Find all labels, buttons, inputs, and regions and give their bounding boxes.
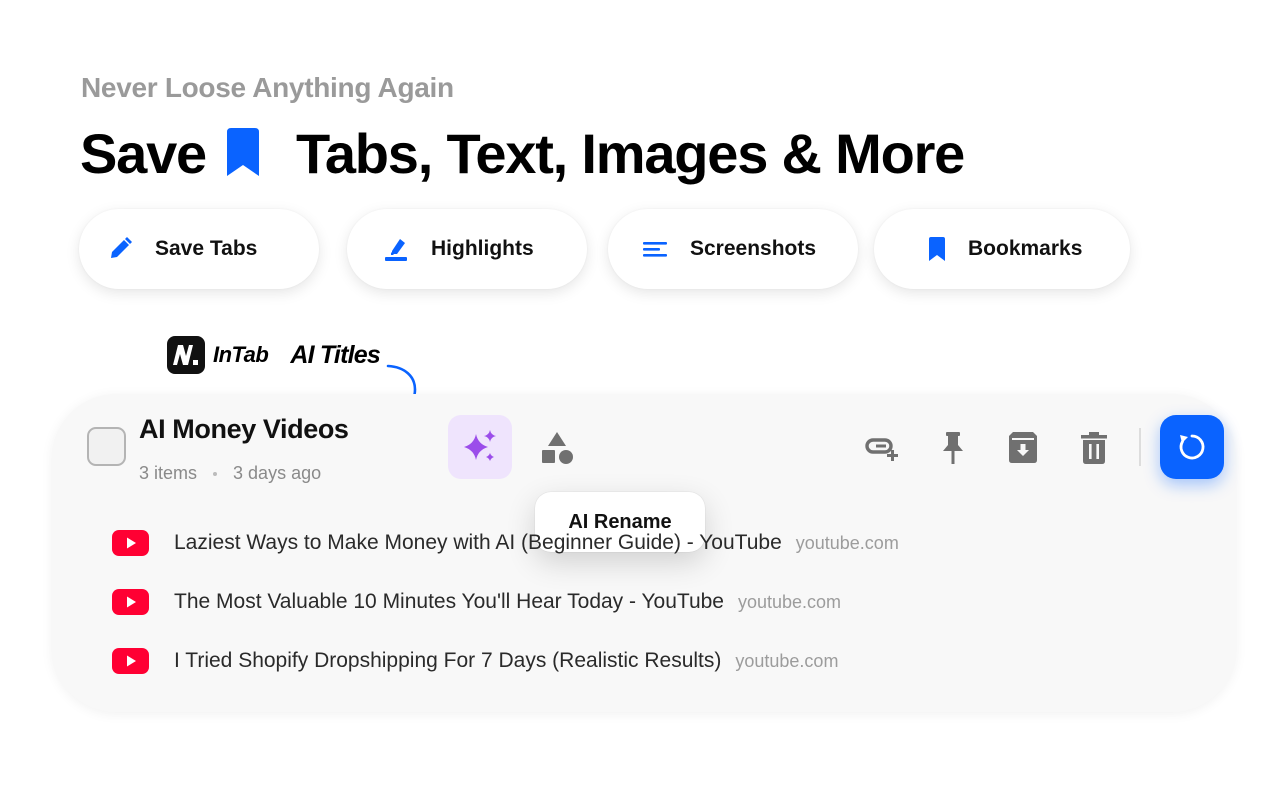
add-link-icon [865, 438, 898, 461]
ai-titles-label: AI Titles [290, 340, 380, 369]
toolbar-divider [1139, 428, 1141, 466]
tab-domain: youtube.com [795, 532, 899, 553]
bookmark-icon [227, 128, 259, 176]
refresh-icon [1179, 434, 1205, 460]
pin-icon [943, 432, 963, 464]
updated-time: 3 days ago [233, 463, 322, 483]
brand-name: InTab [213, 342, 269, 367]
youtube-icon [112, 648, 149, 674]
bookmarks-pill[interactable]: Bookmarks [874, 209, 1130, 289]
youtube-icon [112, 530, 149, 556]
headline-rest: Tabs, Text, Images & More [296, 121, 965, 185]
pill-label: Bookmarks [968, 237, 1083, 260]
restore-button[interactable] [1160, 415, 1224, 479]
headline-save: Save [80, 121, 207, 185]
tab-domain: youtube.com [735, 650, 839, 671]
group-checkbox[interactable] [87, 427, 126, 466]
add-link-button[interactable] [863, 429, 901, 467]
screenshots-pill[interactable]: Screenshots [608, 209, 858, 289]
tab-domain: youtube.com [737, 591, 842, 612]
youtube-icon [112, 589, 149, 615]
delete-button[interactable] [1075, 429, 1113, 467]
pill-label: Save Tabs [155, 237, 258, 260]
highlighter-icon [385, 239, 407, 261]
bookmark-icon [929, 237, 945, 261]
archive-button[interactable] [1004, 429, 1042, 467]
archive-icon [1009, 432, 1037, 463]
ai-rename-button[interactable] [448, 415, 512, 479]
tagline: Never Loose Anything Again [81, 72, 454, 103]
group-title[interactable]: AI Money Videos [139, 414, 349, 445]
highlights-pill[interactable]: Highlights [347, 209, 587, 289]
headline: Save Tabs, Text, Images & More [80, 118, 965, 188]
tab-row[interactable]: I Tried Shopify Dropshipping For 7 Days … [112, 643, 838, 679]
tab-row[interactable]: Laziest Ways to Make Money with AI (Begi… [112, 525, 899, 561]
group-meta: 3 items 3 days ago [139, 463, 321, 484]
meta-separator [213, 471, 218, 476]
categorize-button[interactable] [538, 430, 576, 468]
brand-row: InTab AI Titles [167, 336, 381, 374]
tab-title: Laziest Ways to Make Money with AI (Begi… [174, 531, 782, 554]
lines-icon [643, 242, 667, 257]
pencil-icon [111, 237, 132, 258]
intab-logo [167, 336, 205, 374]
tab-title: I Tried Shopify Dropshipping For 7 Days … [174, 649, 722, 672]
save-tabs-pill[interactable]: Save Tabs [79, 209, 319, 289]
tab-row[interactable]: The Most Valuable 10 Minutes You'll Hear… [112, 584, 841, 620]
item-count: 3 items [139, 463, 198, 483]
shapes-icon [542, 432, 573, 464]
intab-logo-mark [173, 345, 198, 365]
pill-label: Highlights [431, 237, 534, 260]
tab-title: The Most Valuable 10 Minutes You'll Hear… [174, 590, 724, 613]
pin-button[interactable] [934, 429, 972, 467]
sparkles-icon [464, 430, 496, 461]
pill-label: Screenshots [690, 237, 817, 260]
trash-icon [1081, 432, 1107, 464]
